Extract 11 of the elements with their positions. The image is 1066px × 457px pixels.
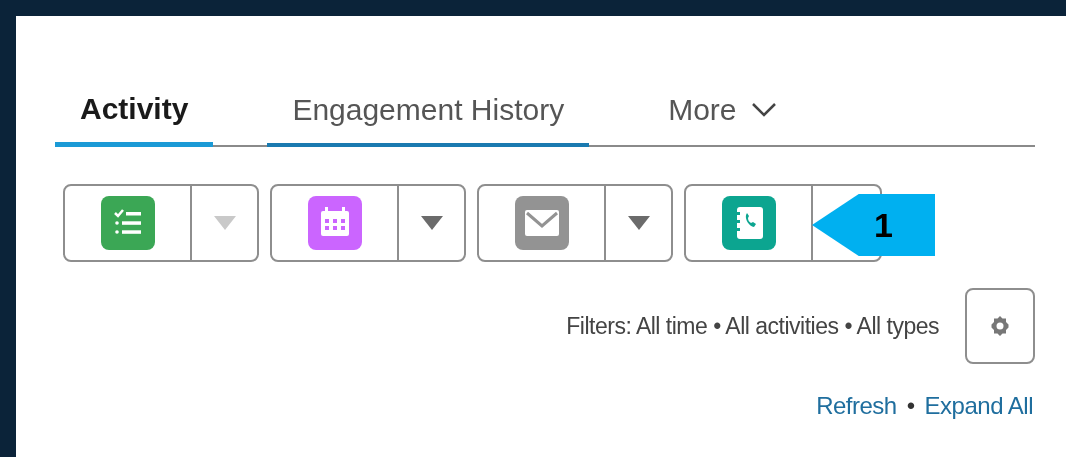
filters-text: Filters: All time • All activities • All types bbox=[566, 312, 939, 340]
separator-dot: • bbox=[906, 392, 915, 420]
tab[interactable]: More bbox=[643, 76, 802, 147]
settings-icon bbox=[989, 315, 1011, 337]
tab[interactable]: Engagement History bbox=[267, 76, 590, 147]
tab[interactable]: Activity bbox=[55, 76, 214, 147]
refresh-link[interactable]: Refresh bbox=[816, 392, 897, 420]
chevron-down-icon bbox=[750, 101, 777, 118]
step-number-tooltip: 1 bbox=[812, 194, 935, 256]
expand-all-link[interactable]: Expand All bbox=[924, 392, 1033, 420]
settings-button[interactable] bbox=[965, 288, 1035, 364]
